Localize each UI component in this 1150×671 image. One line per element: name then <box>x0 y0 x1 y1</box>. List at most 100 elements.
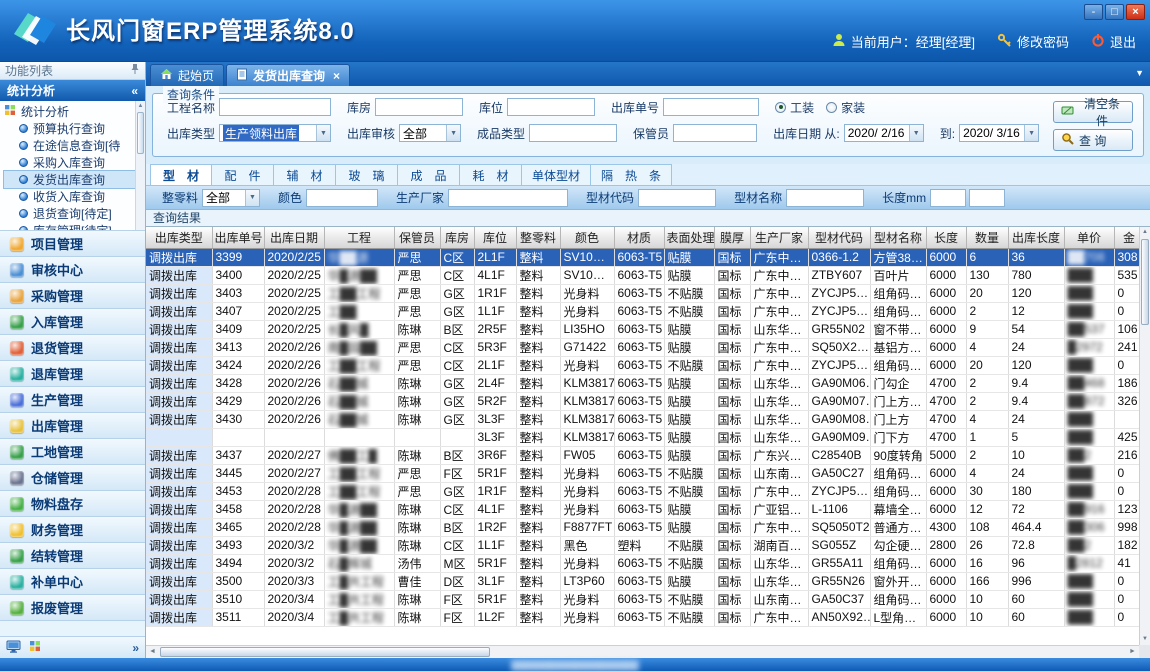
sidebar-module-item[interactable]: 工地管理 <box>0 439 145 465</box>
material-tab[interactable]: 隔 热 条 <box>591 164 672 185</box>
text-input[interactable] <box>448 189 568 207</box>
sidebar-section-statistics[interactable]: 统计分析 « <box>0 80 145 101</box>
table-row[interactable]: 3L3F整料KLM38176063-T5贴膜国标山东华…GA90M09…门下方4… <box>146 428 1139 446</box>
column-header[interactable]: 型材名称 <box>870 227 926 248</box>
sidebar-module-item[interactable]: 生产管理 <box>0 387 145 413</box>
table-row[interactable]: 调拨出库35102020/3/4工█共工程陈琳F区5R1F整料光身料6063-T… <box>146 590 1139 608</box>
grid-vertical-scrollbar[interactable]: ▲ ▼ <box>1139 227 1150 645</box>
close-button[interactable]: × <box>1126 4 1145 20</box>
column-header[interactable]: 出库长度 <box>1008 227 1064 248</box>
table-row[interactable]: 调拨出库34242020/2/26工██工程严思C区2L1F整料光身料6063-… <box>146 356 1139 374</box>
column-header[interactable]: 长度 <box>926 227 966 248</box>
change-password-button[interactable]: 修改密码 <box>997 32 1069 51</box>
dropdown[interactable]: 2020/ 2/16▼ <box>844 124 924 142</box>
tree-item[interactable]: 退货查询[待定] <box>4 205 145 222</box>
sidebar-module-item[interactable]: 物料盘存 <box>0 491 145 517</box>
dropdown[interactable]: 生产领料出库▼ <box>219 124 331 142</box>
scroll-down-icon[interactable]: ▼ <box>1140 634 1150 645</box>
table-row[interactable]: 调拨出库34292020/2/26石██城陈琳G区5R2F整料KLM381760… <box>146 392 1139 410</box>
table-row[interactable]: 调拨出库34032020/2/25工██工程严思G区1R1F整料光身料6063-… <box>146 284 1139 302</box>
dropdown[interactable]: 全部▼ <box>399 124 461 142</box>
column-header[interactable]: 颜色 <box>560 227 614 248</box>
column-header[interactable]: 库房 <box>440 227 474 248</box>
text-input[interactable] <box>663 98 759 116</box>
sidebar-module-item[interactable]: 财务管理 <box>0 517 145 543</box>
table-row[interactable]: 调拨出库34942020/3/2石█辉城汤伟M区5R1F整料光身料6063-T5… <box>146 554 1139 572</box>
table-row[interactable]: 调拨出库34132020/2/26南█园██严思C区5R3F整料G7142260… <box>146 338 1139 356</box>
column-header[interactable]: 单价 <box>1064 227 1114 248</box>
sidebar-module-item[interactable]: 出库管理 <box>0 413 145 439</box>
table-row[interactable]: 调拨出库34452020/2/27工██工程严思F区5R1F整料光身料6063-… <box>146 464 1139 482</box>
material-tab[interactable]: 型 材 <box>150 164 212 185</box>
sidebar-module-item[interactable]: 项目管理 <box>0 231 145 257</box>
table-row[interactable]: 调拨出库34282020/2/26石██城陈琳G区2L4F整料KLM381760… <box>146 374 1139 392</box>
tree-scroll-thumb[interactable] <box>137 112 144 154</box>
clear-filters-button[interactable]: 清空条件 <box>1053 101 1133 123</box>
logout-button[interactable]: 退出 <box>1091 32 1136 51</box>
sidebar-module-item[interactable]: 结转管理 <box>0 543 145 569</box>
tree-item[interactable]: 库存管理[待定] <box>4 222 145 231</box>
tab-close-icon[interactable]: × <box>333 69 340 83</box>
table-row[interactable]: 调拨出库35002020/3/3工█共工程曹佳D区3L1F整料LT3P60606… <box>146 572 1139 590</box>
table-row[interactable]: 调拨出库34932020/3/2华█源██陈琳C区1L1F整料黑色塑料不贴膜国标… <box>146 536 1139 554</box>
maximize-button[interactable]: □ <box>1105 4 1124 20</box>
table-row[interactable]: 调拨出库34532020/2/28工██工程严思G区1R1F整料光身料6063-… <box>146 482 1139 500</box>
tree-scrollbar[interactable]: ▲ <box>135 101 145 230</box>
horizontal-scroll-thumb[interactable] <box>160 647 490 657</box>
grid-view-icon[interactable] <box>29 640 41 655</box>
column-header[interactable]: 库位 <box>474 227 516 248</box>
tree-item[interactable]: 预算执行查询 <box>4 120 145 137</box>
radio-gongzhuang[interactable]: 工装 <box>775 99 814 116</box>
column-header[interactable]: 生产厂家 <box>750 227 808 248</box>
column-header[interactable]: 表面处理 <box>664 227 714 248</box>
table-row[interactable]: 调拨出库34092020/2/25长█风█陈琳B区2R5F整料LI35HO606… <box>146 320 1139 338</box>
column-header[interactable]: 数量 <box>966 227 1008 248</box>
sidebar-module-item[interactable]: 补单中心 <box>0 569 145 595</box>
scroll-left-icon[interactable]: ◄ <box>146 646 159 658</box>
column-header[interactable]: 整零料 <box>516 227 560 248</box>
scroll-up-icon[interactable]: ▲ <box>1140 227 1150 238</box>
sidebar-module-item[interactable]: 仓储管理 <box>0 465 145 491</box>
text-input[interactable] <box>306 189 378 207</box>
minimize-button[interactable]: - <box>1084 4 1103 20</box>
column-header[interactable]: 出库单号 <box>212 227 264 248</box>
dropdown[interactable]: 2020/ 3/16▼ <box>959 124 1039 142</box>
search-button[interactable]: 查 询 <box>1053 129 1133 151</box>
grid-horizontal-scrollbar[interactable]: ◄ ► <box>146 645 1139 658</box>
text-input[interactable] <box>638 189 716 207</box>
text-input[interactable] <box>529 124 617 142</box>
scroll-up-icon[interactable]: ▲ <box>136 101 145 111</box>
text-input[interactable] <box>786 189 864 207</box>
column-header[interactable]: 工程 <box>324 227 394 248</box>
sidebar-module-item[interactable]: 退库管理 <box>0 361 145 387</box>
table-row[interactable]: 调拨出库34372020/2/27佛██工█陈琳B区3R6F整料FW056063… <box>146 446 1139 464</box>
length-min-input[interactable] <box>930 189 966 207</box>
column-header[interactable]: 金 <box>1114 227 1139 248</box>
table-row[interactable]: 调拨出库34302020/2/26石██城陈琳G区3L3F整料KLM381760… <box>146 410 1139 428</box>
material-tab[interactable]: 配 件 <box>212 164 274 185</box>
text-input[interactable] <box>219 98 331 116</box>
material-tab[interactable]: 成 品 <box>398 164 460 185</box>
column-header[interactable]: 型材代码 <box>808 227 870 248</box>
sidebar-module-item[interactable]: 审核中心 <box>0 257 145 283</box>
material-tab[interactable]: 单体型材 <box>522 164 591 185</box>
material-tab[interactable]: 耗 材 <box>460 164 522 185</box>
text-input[interactable] <box>673 124 757 142</box>
sidebar-module-item[interactable]: 入库管理 <box>0 309 145 335</box>
expand-icon[interactable]: » <box>132 641 139 655</box>
sidebar-module-item[interactable]: 退货管理 <box>0 335 145 361</box>
material-tab[interactable]: 辅 材 <box>274 164 336 185</box>
radio-jiazhuang[interactable]: 家装 <box>826 99 865 116</box>
table-row[interactable]: 调拨出库34002020/2/25华█源██严思C区4L1F整料SV10…606… <box>146 266 1139 284</box>
table-row[interactable]: 调拨出库33992020/2/25华██源严思C区2L1F整料SV10…6063… <box>146 248 1139 266</box>
tab-list-caret-icon[interactable]: ▼ <box>1135 68 1144 78</box>
table-row[interactable]: 调拨出库34582020/2/28华█源██陈琳C区4L1F整料光身料6063-… <box>146 500 1139 518</box>
tree-item[interactable]: 在途信息查询[待 <box>4 137 145 154</box>
column-header[interactable]: 出库类型 <box>146 227 212 248</box>
table-row[interactable]: 调拨出库34652020/2/28华█源██陈琳B区1R2F整料F8877FT6… <box>146 518 1139 536</box>
column-header[interactable]: 膜厚 <box>714 227 750 248</box>
tab-start-page[interactable]: 起始页 <box>150 64 224 86</box>
text-input[interactable] <box>375 98 463 116</box>
tree-item[interactable]: 收货入库查询 <box>4 188 145 205</box>
column-header[interactable]: 保管员 <box>394 227 440 248</box>
